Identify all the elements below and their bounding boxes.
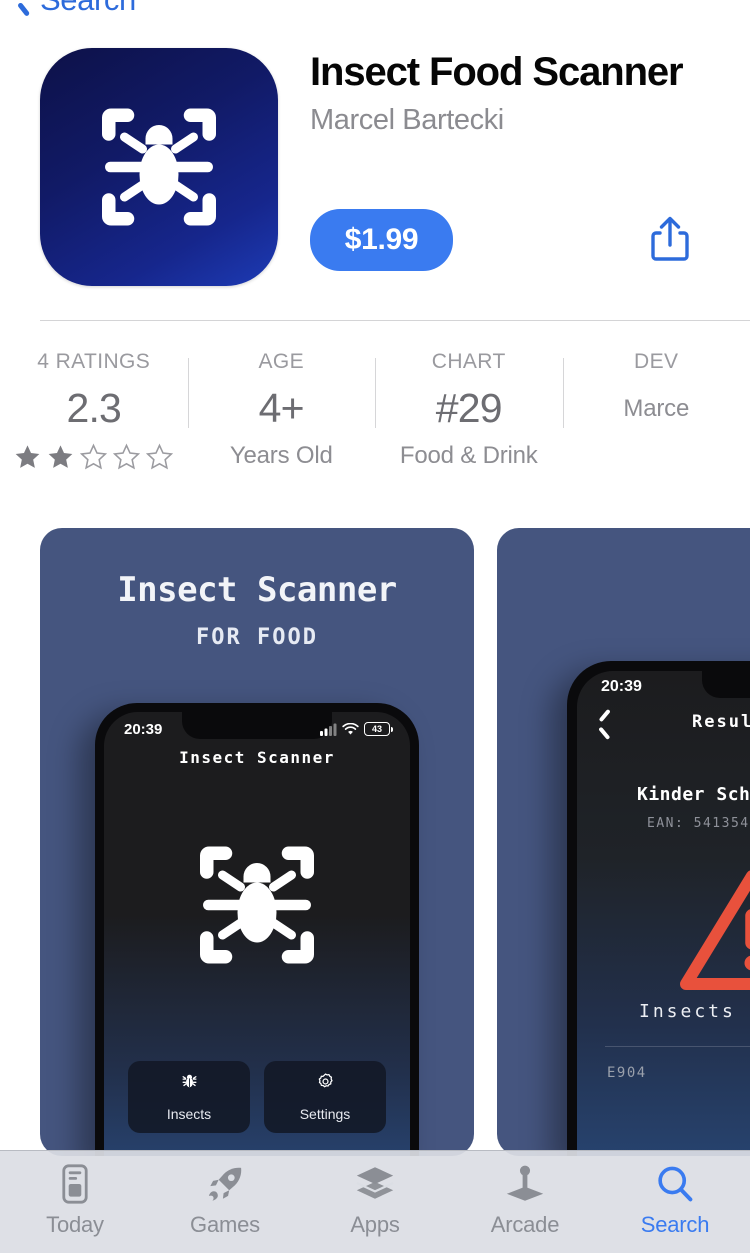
- rocket-icon: [204, 1162, 246, 1206]
- chevron-left-icon: [18, 0, 32, 13]
- stat-label: 4 RATINGS: [37, 350, 151, 373]
- result-divider: [605, 1046, 750, 1047]
- app-store-product-page: Search: [0, 0, 750, 1253]
- phone-notch: [702, 671, 750, 698]
- joystick-icon: [504, 1162, 546, 1206]
- tab-label: Games: [190, 1212, 260, 1237]
- star-outline-icon: [113, 443, 141, 470]
- tab-label: Today: [46, 1212, 104, 1237]
- phone-mockup: 20:39 43 Insect Scanner Insects Settings: [95, 703, 419, 1156]
- wifi-icon: [342, 722, 359, 734]
- screenshot-headline: Insect Scanner: [117, 570, 397, 610]
- tab-today[interactable]: Today: [0, 1151, 150, 1238]
- share-icon: [649, 215, 691, 266]
- app-header: Insect Food Scanner Marcel Bartecki $1.9…: [0, 45, 750, 295]
- phone-mockup-result: 20:39 Result Kinder Schokob EAN: 5413548…: [567, 661, 750, 1156]
- tab-label: Apps: [350, 1212, 400, 1237]
- stat-label: DEV: [634, 350, 679, 373]
- search-icon: [654, 1162, 696, 1206]
- status-time: 20:39: [601, 678, 642, 695]
- product-name: Kinder Schokob: [637, 784, 750, 805]
- status-indicators: 43: [320, 722, 393, 736]
- star-outline-icon: [146, 443, 174, 470]
- back-button[interactable]: Search: [18, 0, 136, 18]
- developer-name[interactable]: Marcel Bartecki: [310, 104, 750, 137]
- app-header-text: Insect Food Scanner Marcel Bartecki $1.9…: [310, 45, 750, 271]
- stack-icon: [354, 1162, 396, 1206]
- status-time: 20:39: [124, 720, 163, 738]
- star-filled-icon: [48, 445, 73, 468]
- bug-icon: [180, 1072, 199, 1096]
- stat-sub: Food & Drink: [399, 442, 538, 469]
- stat-value: 4+: [258, 385, 305, 431]
- star-filled-icon: [15, 445, 40, 468]
- tab-arcade[interactable]: Arcade: [450, 1151, 600, 1238]
- navigation-bar: Search: [0, 0, 750, 22]
- gear-icon: [316, 1072, 335, 1096]
- rating-stars: [13, 443, 174, 472]
- result-text: Insects Fou: [639, 1001, 750, 1022]
- result-nav-title: Result: [692, 712, 750, 732]
- chevron-left-icon[interactable]: [599, 713, 612, 737]
- today-card-icon: [58, 1162, 92, 1206]
- app-icon-wrapper: [40, 48, 278, 286]
- tab-bar: Today Games Apps Arcade Search: [0, 1150, 750, 1253]
- bug-scan-icon: [182, 830, 332, 985]
- battery-icon: 43: [364, 722, 393, 736]
- screenshot-subhead: FOR FOOD: [196, 625, 318, 650]
- phone-screen-result: 20:39 Result Kinder Schokob EAN: 5413548…: [577, 671, 750, 1156]
- back-button-label: Search: [40, 0, 136, 18]
- stat-developer[interactable]: DEV Marce: [562, 336, 750, 428]
- cellular-signal-icon: [320, 723, 337, 736]
- tab-label: Arcade: [490, 1212, 560, 1237]
- share-button[interactable]: [646, 213, 694, 267]
- phone-action-buttons: Insects Settings: [104, 1061, 410, 1133]
- tab-apps[interactable]: Apps: [300, 1151, 450, 1238]
- additive-code: E904: [607, 1065, 647, 1081]
- screenshot-2[interactable]: 20:39 Result Kinder Schokob EAN: 5413548…: [497, 528, 750, 1156]
- header-divider: [40, 320, 750, 321]
- stat-sub: Years Old: [229, 442, 333, 469]
- stat-chart[interactable]: CHART #29 Food & Drink: [375, 336, 563, 470]
- stat-sub: Marce: [623, 395, 690, 422]
- price-buy-button[interactable]: $1.99: [310, 209, 453, 271]
- page-title: Insect Food Scanner: [310, 50, 684, 94]
- settings-button-label: Settings: [299, 1106, 351, 1122]
- screenshot-1[interactable]: Insect Scanner FOR FOOD 20:39 43 Insect …: [40, 528, 474, 1156]
- warning-triangle-icon: [677, 864, 750, 1001]
- action-row: $1.99: [310, 209, 750, 271]
- stats-row: 4 RATINGS 2.3 AGE 4+ Years Old CHART #29…: [0, 336, 750, 491]
- settings-button[interactable]: Settings: [264, 1061, 386, 1133]
- stat-label: CHART: [431, 350, 506, 373]
- tab-games[interactable]: Games: [150, 1151, 300, 1238]
- insects-button-label: Insects: [166, 1106, 212, 1122]
- stat-ratings[interactable]: 4 RATINGS 2.3: [0, 336, 188, 472]
- stat-label: AGE: [258, 350, 305, 373]
- phone-nav-title: Insect Scanner: [179, 748, 335, 767]
- phone-status-bar: 20:39 43: [104, 718, 410, 740]
- stat-value: 2.3: [66, 385, 122, 431]
- tab-label: Search: [640, 1212, 710, 1237]
- insect-scan-app-icon: [40, 48, 278, 286]
- phone-screen: 20:39 43 Insect Scanner Insects Settings: [104, 712, 410, 1156]
- stat-value: #29: [435, 385, 503, 431]
- star-outline-icon: [80, 443, 108, 470]
- insects-button[interactable]: Insects: [128, 1061, 250, 1133]
- product-ean: EAN: 5413548280: [647, 816, 750, 831]
- tab-search[interactable]: Search: [600, 1151, 750, 1238]
- stat-age: AGE 4+ Years Old: [187, 336, 376, 470]
- screenshot-gallery[interactable]: Insect Scanner FOR FOOD 20:39 43 Insect …: [40, 528, 750, 1156]
